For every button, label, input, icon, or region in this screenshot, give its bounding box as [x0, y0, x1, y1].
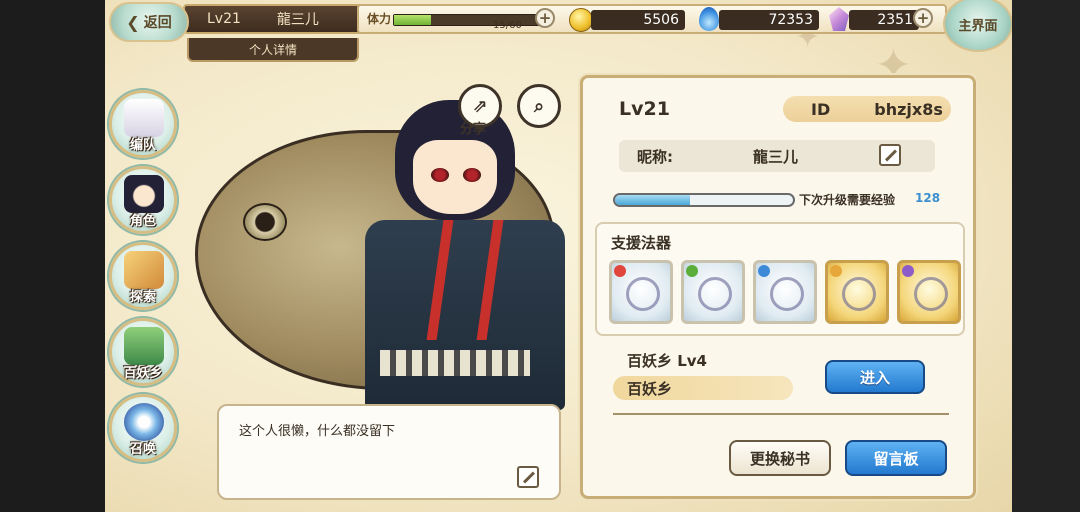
profile-screen: ✦ ✦ Lv21 龍三儿 个人详情 ❮ 返回 体力 15/60 + 5506 7…	[105, 0, 1012, 512]
relic-art-icon	[626, 277, 660, 311]
tab-personal-details[interactable]: 个人详情	[187, 38, 359, 62]
village-icon	[124, 327, 164, 365]
left-letterbox	[0, 0, 105, 512]
search-button[interactable]: ⌕	[517, 84, 561, 128]
share-label: 分享	[460, 122, 487, 137]
chevron-left-icon: ❮	[126, 12, 140, 32]
relic-element-gem-icon	[758, 265, 770, 277]
signature-box: 这个人很懒，什么都没留下	[217, 404, 561, 500]
resource-panel: 体力 15/60 + 5506 72353 2351 +	[357, 4, 947, 34]
exp-bar	[613, 193, 795, 207]
menu-item-village[interactable]: 百妖乡	[109, 318, 177, 386]
gold-coin-icon	[569, 8, 593, 32]
relic-element-gem-icon	[614, 265, 626, 277]
stamina-fill	[394, 15, 431, 25]
home-button[interactable]: 主界面	[943, 0, 1012, 52]
armor-relic[interactable]	[753, 260, 817, 324]
bracelet-relic[interactable]	[609, 260, 673, 324]
nickname-value: 龍三儿	[753, 147, 799, 166]
top-status-bar: Lv21 龍三儿 个人详情 ❮ 返回 体力 15/60 + 5506 72353…	[105, 0, 1012, 62]
right-eye	[463, 168, 481, 182]
fish-eye	[243, 203, 287, 241]
striped-sash	[380, 350, 530, 376]
change-secretary-button[interactable]: 更换秘书	[729, 440, 831, 476]
village-title: 百妖乡 Lv4	[627, 352, 707, 370]
search-icon: ⌕	[533, 95, 545, 117]
enter-village-button[interactable]: 进入	[825, 360, 925, 394]
signature-text: 这个人很懒，什么都没留下	[239, 424, 396, 439]
player-level: Lv21	[207, 11, 241, 27]
relic-element-gem-icon	[830, 265, 842, 277]
feather-relic[interactable]	[681, 260, 745, 324]
support-relics-section: 支援法器	[595, 222, 965, 336]
player-id-pill: ID bhzjx8s	[783, 96, 951, 122]
relic-art-icon	[698, 277, 732, 311]
player-level-tab: Lv21 龍三儿	[183, 4, 365, 34]
menu-item-character[interactable]: 角色	[109, 166, 177, 234]
ring-relic[interactable]	[825, 260, 889, 324]
nickname-label: 昵称:	[637, 147, 673, 166]
village-name-bar: 百妖乡	[613, 376, 793, 400]
explore-icon	[124, 251, 164, 289]
message-board-button[interactable]: 留言板	[845, 440, 947, 476]
menu-label: 召唤	[129, 442, 156, 457]
menu-label: 角色	[129, 214, 156, 229]
summon-icon	[124, 403, 164, 441]
soul-fire-icon	[699, 7, 719, 31]
nickname-row: 昵称: 龍三儿	[619, 140, 935, 172]
exp-label: 下次升级需要经验	[799, 193, 896, 207]
gold-amount: 5506	[591, 10, 685, 30]
face	[413, 140, 497, 214]
team-icon	[124, 99, 164, 137]
secretary-character[interactable]	[185, 80, 625, 410]
add-stamina-button[interactable]: +	[535, 8, 555, 28]
character-icon	[124, 175, 164, 213]
crystal-amount: 2351	[849, 10, 919, 30]
menu-label: 探索	[129, 290, 156, 305]
share-icon: ⇗	[472, 95, 488, 117]
edit-signature-icon[interactable]	[517, 466, 539, 488]
menu-label: 百妖乡	[123, 366, 163, 381]
sword-relic[interactable]	[897, 260, 961, 324]
profile-panel: Lv21 ID bhzjx8s 昵称: 龍三儿 下次升级需要经验 128 支援法…	[580, 75, 976, 499]
right-letterbox	[1012, 0, 1080, 512]
menu-item-team[interactable]: 编队	[109, 90, 177, 158]
menu-item-explore[interactable]: 探索	[109, 242, 177, 310]
add-crystal-button[interactable]: +	[913, 8, 933, 28]
exp-value: 128	[915, 191, 941, 205]
id-value: bhzjx8s	[874, 99, 943, 119]
menu-label: 编队	[129, 138, 156, 153]
exp-fill	[615, 195, 690, 205]
support-relics-title: 支援法器	[611, 234, 672, 252]
stamina-value: 15/60	[493, 20, 522, 31]
back-label: 返回	[143, 15, 172, 31]
left-eye	[431, 168, 449, 182]
player-name: 龍三儿	[276, 12, 319, 28]
relic-element-gem-icon	[686, 265, 698, 277]
id-label: ID	[811, 99, 831, 119]
relic-art-icon	[842, 277, 876, 311]
crystal-icon	[829, 7, 849, 31]
profile-level: Lv21	[619, 98, 670, 120]
stamina-label: 体力	[367, 12, 392, 26]
back-button[interactable]: ❮ 返回	[109, 2, 189, 42]
relic-art-icon	[914, 277, 948, 311]
menu-item-summon[interactable]: 召唤	[109, 394, 177, 462]
soul-fire-amount: 72353	[719, 10, 819, 30]
edit-nickname-icon[interactable]	[879, 144, 901, 166]
relic-art-icon	[770, 277, 804, 311]
relic-element-gem-icon	[902, 265, 914, 277]
divider	[613, 413, 949, 415]
